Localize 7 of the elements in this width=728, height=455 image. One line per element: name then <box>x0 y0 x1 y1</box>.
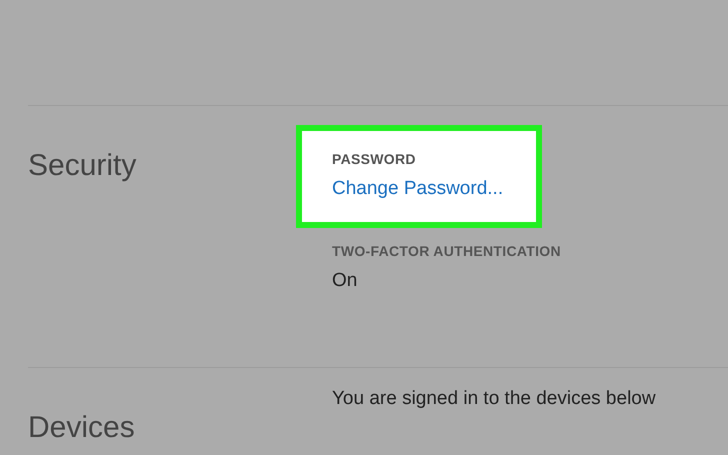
section-heading: Security <box>28 150 136 184</box>
field-value: On <box>332 269 358 293</box>
field-label: TWO-FACTOR AUTHENTICATION <box>332 243 561 260</box>
change-password-link[interactable]: Change Password... <box>332 177 504 201</box>
field-value: You are signed in to the devices below <box>332 387 656 411</box>
field-label: PASSWORD <box>332 151 416 168</box>
section-heading: Devices <box>28 412 135 446</box>
